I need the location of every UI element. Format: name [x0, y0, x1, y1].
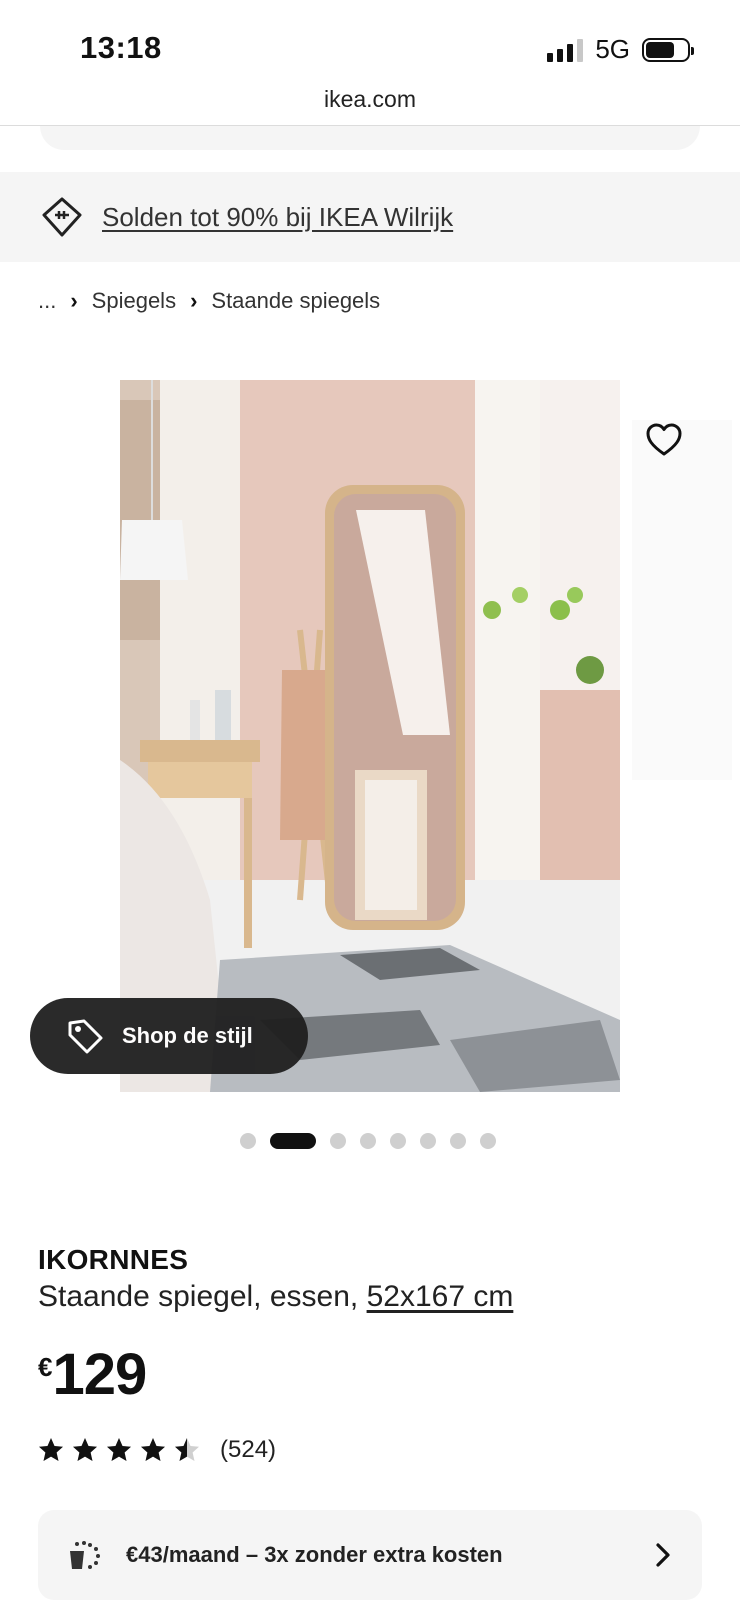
star-icon	[175, 1438, 199, 1461]
star-icon	[141, 1438, 165, 1461]
carousel-dot[interactable]	[330, 1133, 346, 1149]
chevron-right-icon: ›	[190, 288, 198, 313]
carousel-dot[interactable]	[480, 1133, 496, 1149]
promo-banner[interactable]: Solden tot 90% bij IKEA Wilrijk	[0, 172, 740, 262]
carousel-indicator[interactable]	[0, 1133, 740, 1149]
breadcrumb: ... › Spiegels › Staande spiegels	[38, 288, 380, 314]
signal-icon	[547, 38, 584, 62]
rating-stars	[38, 1437, 200, 1463]
status-bar: 13:18 5G	[0, 0, 740, 90]
carousel-dot[interactable]	[390, 1133, 406, 1149]
chevron-right-icon: ›	[70, 288, 78, 313]
installment-offer[interactable]: €43/maand – 3x zonder extra kosten	[38, 1510, 702, 1600]
carousel-dot[interactable]	[270, 1133, 316, 1149]
carousel-dot[interactable]	[240, 1133, 256, 1149]
shop-the-look-button[interactable]: Shop de stijl	[30, 998, 308, 1074]
product-type: Staande spiegel, essen,	[38, 1280, 367, 1313]
chevron-right-icon	[656, 1543, 670, 1567]
product-image[interactable]	[120, 380, 620, 1092]
status-time: 13:18	[80, 30, 162, 65]
price-currency: €	[38, 1352, 53, 1382]
search-bar-edge	[40, 126, 700, 150]
product-photo	[120, 380, 620, 1092]
shop-the-look-label: Shop de stijl	[122, 1023, 253, 1048]
breadcrumb-item-staande-spiegels[interactable]: Staande spiegels	[211, 288, 380, 314]
star-icon	[107, 1438, 131, 1461]
price-tag-icon	[68, 1019, 103, 1054]
status-indicators: 5G	[547, 34, 694, 65]
installment-text: €43/maand – 3x zonder extra kosten	[126, 1542, 503, 1567]
product-description: Staande spiegel, essen, 52x167 cm	[38, 1280, 513, 1314]
breadcrumb-item-spiegels[interactable]: Spiegels	[92, 288, 176, 314]
store-tag-icon	[42, 197, 82, 237]
product-price: € 129	[38, 1342, 147, 1407]
product-name: IKORNNES	[38, 1244, 189, 1275]
carousel-dot[interactable]	[450, 1133, 466, 1149]
battery-icon	[642, 37, 694, 62]
star-icon	[39, 1438, 63, 1461]
breadcrumb-ellipsis[interactable]: ...	[38, 288, 56, 314]
star-icon	[73, 1438, 97, 1461]
heart-icon	[646, 423, 682, 456]
product-size-link[interactable]: 52x167 cm	[367, 1280, 514, 1313]
promo-link[interactable]: Solden tot 90% bij IKEA Wilrijk	[102, 202, 453, 233]
favorite-button[interactable]	[640, 416, 688, 464]
product-rating[interactable]: (524)	[38, 1436, 276, 1464]
review-count[interactable]: (524)	[220, 1436, 276, 1464]
next-image-peek	[632, 420, 732, 780]
carousel-dot[interactable]	[360, 1133, 376, 1149]
carousel-dot[interactable]	[420, 1133, 436, 1149]
url-bar[interactable]: ikea.com	[0, 86, 740, 126]
network-type: 5G	[595, 34, 630, 64]
price-amount: 129	[52, 1342, 147, 1407]
payment-installment-icon	[70, 1541, 100, 1569]
